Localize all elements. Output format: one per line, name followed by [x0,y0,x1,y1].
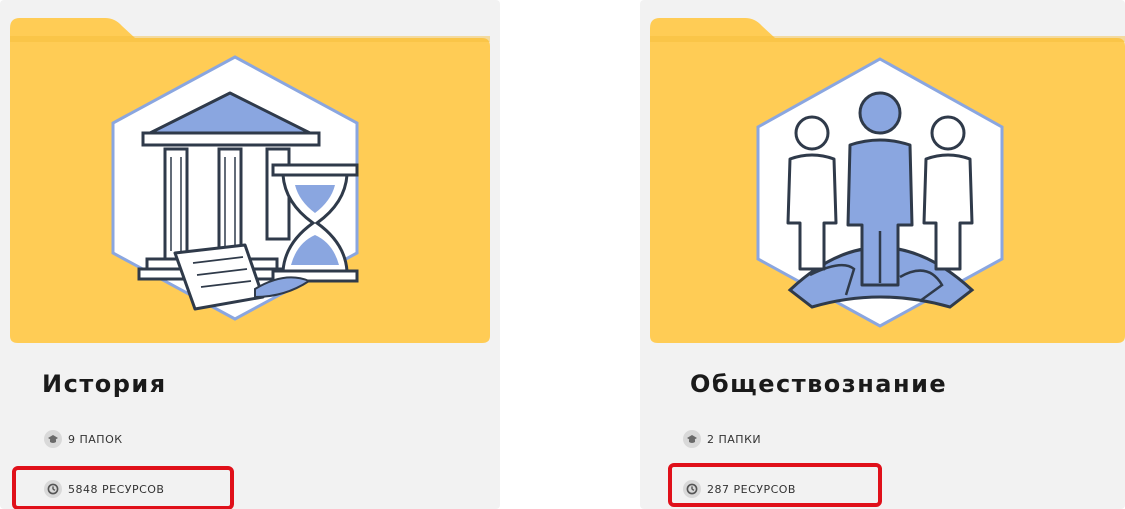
folder-title[interactable]: История [42,370,167,398]
highlight-frame [668,463,882,507]
folders-count: 2 ПАПКИ [683,430,761,448]
folder-title[interactable]: Обществознание [690,370,947,398]
folder-cover[interactable] [10,18,490,343]
catalog-page: История 9 ПАПОК 5848 РЕСУРСОВ Обществозн… [0,0,1125,509]
folder-card-history[interactable]: История 9 ПАПОК 5848 РЕСУРСОВ [0,0,500,509]
folder-cover[interactable] [650,18,1125,343]
history-icon [105,53,365,323]
graduation-cap-icon [683,430,701,448]
folders-count: 9 ПАПОК [44,430,123,448]
folders-count-label: 9 ПАПОК [68,432,123,446]
social-studies-icon [750,55,1010,330]
folder-card-social-studies[interactable]: Обществознание 2 ПАПКИ 287 РЕСУРСОВ [640,0,1125,509]
folders-count-label: 2 ПАПКИ [707,432,762,446]
graduation-cap-icon [44,430,62,448]
highlight-frame [12,466,234,509]
